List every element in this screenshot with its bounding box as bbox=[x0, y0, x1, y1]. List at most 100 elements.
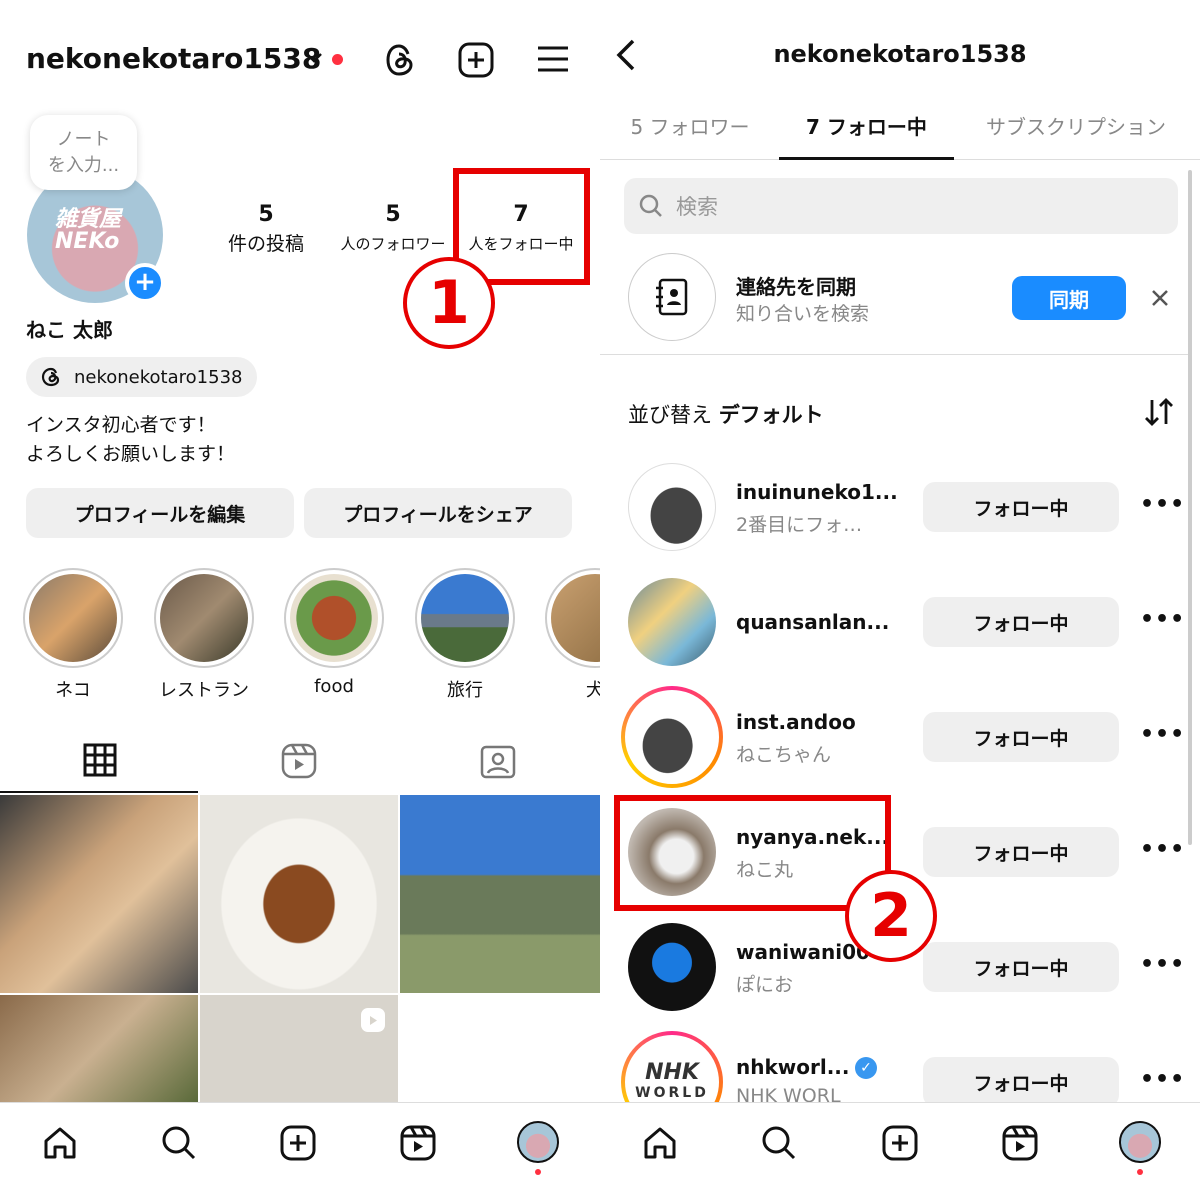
display-name: ねこ 太郎 bbox=[26, 318, 113, 342]
back-chevron-icon[interactable] bbox=[614, 38, 638, 72]
threads-icon[interactable] bbox=[383, 42, 417, 78]
verified-badge-icon: ✓ bbox=[855, 1057, 877, 1079]
highlight-label: 犬 bbox=[586, 680, 600, 701]
nhk-logo-text: NHK bbox=[645, 1060, 699, 1085]
notification-dot bbox=[535, 1169, 541, 1175]
chevron-down-icon[interactable] bbox=[304, 50, 324, 66]
contacts-book-icon bbox=[656, 278, 688, 316]
more-options-icon[interactable]: ••• bbox=[1140, 952, 1185, 977]
stat-label: 件の投稿 bbox=[227, 233, 304, 255]
bio: インスタ初心者です！ よろしくお願いします！ bbox=[26, 411, 235, 469]
scrollbar[interactable] bbox=[1188, 170, 1192, 845]
active-tab-underline bbox=[779, 157, 954, 160]
stat-posts[interactable]: 5 件の投稿 bbox=[206, 202, 326, 256]
sort-arrows-icon[interactable] bbox=[1143, 396, 1175, 428]
search-placeholder: 検索 bbox=[676, 195, 718, 219]
sync-contacts-title: 連絡先を同期 bbox=[736, 275, 856, 299]
create-icon[interactable] bbox=[280, 1125, 316, 1161]
profile-nav-avatar[interactable] bbox=[517, 1121, 559, 1163]
more-options-icon[interactable]: ••• bbox=[1140, 722, 1185, 747]
following-username[interactable]: waniwani00 bbox=[736, 940, 870, 964]
note-text: ノート bbox=[56, 129, 111, 150]
highlight-food[interactable] bbox=[284, 568, 384, 668]
active-tab-underline bbox=[0, 791, 198, 793]
sort-label: 並び替え デフォルト bbox=[628, 399, 824, 429]
reels-tab-icon[interactable] bbox=[281, 743, 317, 779]
bottom-nav bbox=[600, 1102, 1200, 1186]
avatar[interactable] bbox=[628, 923, 716, 1011]
following-button[interactable]: フォロー中 bbox=[923, 942, 1119, 992]
threads-badge[interactable]: nekonekotaro1538 bbox=[26, 357, 257, 397]
stat-value: 5 bbox=[385, 202, 401, 227]
following-username[interactable]: inst.andoo bbox=[736, 710, 856, 734]
reels-icon[interactable] bbox=[400, 1125, 436, 1161]
sync-contacts-subtitle: 知り合いを検索 bbox=[736, 303, 870, 325]
reel-icon bbox=[361, 1008, 385, 1032]
add-story-plus-icon[interactable]: + bbox=[125, 263, 165, 303]
more-options-icon[interactable]: ••• bbox=[1140, 492, 1185, 517]
home-icon[interactable] bbox=[642, 1125, 678, 1161]
annotation-number-2: 2 bbox=[845, 870, 937, 962]
highlight-travel[interactable] bbox=[415, 568, 515, 668]
post-thumbnail[interactable] bbox=[0, 795, 198, 993]
contacts-icon-circle bbox=[628, 253, 716, 341]
share-profile-button[interactable]: プロフィールをシェア bbox=[304, 488, 572, 538]
highlight-neko[interactable] bbox=[23, 568, 123, 668]
tagged-tab-icon[interactable] bbox=[480, 743, 516, 779]
stat-followers[interactable]: 5 人のフォロワー bbox=[333, 202, 453, 254]
stat-label: 人のフォロワー bbox=[340, 235, 446, 253]
stat-value: 5 bbox=[258, 202, 274, 227]
following-button[interactable]: フォロー中 bbox=[923, 712, 1119, 762]
create-icon[interactable] bbox=[882, 1125, 918, 1161]
annotation-number-1: 1 bbox=[403, 257, 495, 349]
tab-subscriptions[interactable]: サブスクリプション bbox=[966, 111, 1186, 140]
avatar-text: NEKo bbox=[55, 229, 120, 254]
following-button[interactable]: フォロー中 bbox=[923, 827, 1119, 877]
highlight-label: レストラン bbox=[159, 680, 249, 701]
more-options-icon[interactable]: ••• bbox=[1140, 1067, 1185, 1092]
following-fullname: ねこちゃん bbox=[736, 744, 832, 766]
highlight-label: 旅行 bbox=[447, 680, 483, 701]
highlight-dog[interactable] bbox=[545, 568, 600, 668]
more-options-icon[interactable]: ••• bbox=[1140, 607, 1185, 632]
following-button[interactable]: フォロー中 bbox=[923, 1057, 1119, 1107]
search-icon[interactable] bbox=[161, 1125, 197, 1161]
highlight-label: ネコ bbox=[55, 680, 91, 701]
menu-icon[interactable] bbox=[536, 44, 570, 74]
post-thumbnail[interactable] bbox=[400, 795, 600, 993]
note-bubble[interactable]: ノート を入力... bbox=[30, 115, 137, 190]
following-button[interactable]: フォロー中 bbox=[923, 597, 1119, 647]
post-thumbnail[interactable] bbox=[200, 795, 398, 993]
grid-tab-icon[interactable] bbox=[83, 743, 117, 777]
more-options-icon[interactable]: ••• bbox=[1140, 837, 1185, 862]
following-username[interactable]: inuinuneko1... bbox=[736, 480, 898, 504]
post-thumbnail[interactable] bbox=[0, 995, 198, 1102]
profile-username[interactable]: nekonekotaro1538 bbox=[26, 42, 321, 75]
create-post-icon[interactable] bbox=[458, 42, 494, 78]
following-username[interactable]: quansanlan... bbox=[736, 610, 889, 634]
following-button[interactable]: フォロー中 bbox=[923, 482, 1119, 532]
reels-icon[interactable] bbox=[1002, 1125, 1038, 1161]
edit-profile-button[interactable]: プロフィールを編集 bbox=[26, 488, 294, 538]
threads-handle: nekonekotaro1538 bbox=[74, 366, 243, 388]
bio-line: インスタ初心者です！ bbox=[26, 414, 216, 436]
profile-screen: nekonekotaro1538 雑貨屋 NEKo ノート を入力... + 5… bbox=[0, 0, 600, 1186]
sort-label-text: 並び替え bbox=[628, 403, 712, 427]
tab-followers[interactable]: 5 フォロワー bbox=[600, 111, 780, 140]
avatar-story-ring[interactable] bbox=[621, 686, 723, 788]
profile-nav-avatar[interactable] bbox=[1119, 1121, 1161, 1163]
close-icon[interactable] bbox=[1151, 289, 1169, 307]
search-input[interactable]: 検索 bbox=[624, 178, 1178, 234]
tab-following[interactable]: 7 フォロー中 bbox=[779, 111, 954, 140]
threads-icon bbox=[41, 367, 60, 387]
sort-value[interactable]: デフォルト bbox=[719, 403, 824, 427]
highlight-restaurant[interactable] bbox=[154, 568, 254, 668]
sync-button[interactable]: 同期 bbox=[1012, 276, 1126, 320]
avatar[interactable] bbox=[628, 463, 716, 551]
search-icon[interactable] bbox=[761, 1125, 797, 1161]
post-thumbnail[interactable] bbox=[200, 995, 398, 1102]
home-icon[interactable] bbox=[42, 1125, 78, 1161]
following-username[interactable]: nhkworl... bbox=[736, 1055, 850, 1079]
page-title: nekonekotaro1538 bbox=[773, 40, 1027, 68]
avatar[interactable] bbox=[628, 578, 716, 666]
